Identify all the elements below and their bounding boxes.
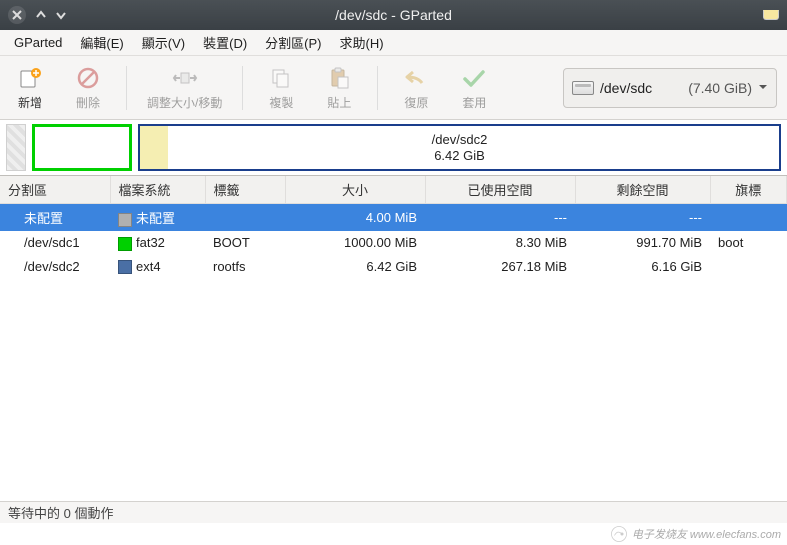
new-button[interactable]: 新增	[10, 61, 50, 115]
close-icon[interactable]	[8, 6, 26, 24]
delete-button: 刪除	[68, 61, 108, 115]
tray-icon	[763, 10, 779, 20]
paste-icon	[326, 65, 352, 91]
partition-table: 分割區 檔案系統 標籤 大小 已使用空間 剩餘空間 旗標 未配置未配置4.00 …	[0, 176, 787, 278]
device-size: (7.40 GiB)	[688, 80, 752, 96]
col-label[interactable]: 標籤	[205, 176, 285, 204]
resize-label: 調整大小/移動	[147, 94, 222, 111]
table-row[interactable]: 未配置未配置4.00 MiB------	[0, 204, 787, 232]
menu-view[interactable]: 顯示(V)	[134, 30, 193, 55]
vis-partition-name: /dev/sdc2	[432, 131, 488, 147]
apply-button: 套用	[454, 61, 494, 115]
undo-label: 復原	[404, 94, 428, 111]
toolbar-separator	[377, 66, 378, 110]
copy-button: 複製	[261, 61, 301, 115]
menu-partition[interactable]: 分割區(P)	[257, 30, 329, 55]
menu-help[interactable]: 求助(H)	[332, 30, 392, 55]
vis-partition-sdc1[interactable]	[32, 124, 132, 171]
menu-edit[interactable]: 編輯(E)	[72, 30, 131, 55]
paste-label: 貼上	[327, 94, 351, 111]
vis-partition-label: /dev/sdc2 6.42 GiB	[432, 131, 488, 164]
copy-label: 複製	[269, 94, 293, 111]
toolbar-separator	[242, 66, 243, 110]
toolbar: 新增 刪除 調整大小/移動 複製 貼上 復原 套用	[0, 56, 787, 120]
status-bar: 等待中的 0 個動作	[0, 501, 787, 523]
drive-icon	[572, 81, 594, 95]
col-used[interactable]: 已使用空間	[425, 176, 575, 204]
vis-unallocated-chunk[interactable]	[6, 124, 26, 171]
window-controls	[8, 6, 66, 24]
menu-device[interactable]: 裝置(D)	[195, 30, 255, 55]
partition-table-wrap[interactable]: 分割區 檔案系統 標籤 大小 已使用空間 剩餘空間 旗標 未配置未配置4.00 …	[0, 176, 787, 506]
partition-visual-bar: /dev/sdc2 6.42 GiB	[0, 120, 787, 176]
delete-label: 刪除	[76, 94, 100, 111]
new-icon	[17, 65, 43, 91]
resize-icon	[172, 65, 198, 91]
resize-button: 調整大小/移動	[145, 61, 224, 115]
delete-icon	[75, 65, 101, 91]
chevron-up-icon[interactable]	[36, 8, 46, 23]
table-row[interactable]: /dev/sdc1fat32BOOT1000.00 MiB8.30 MiB991…	[0, 231, 787, 255]
status-text: 等待中的 0 個動作	[8, 503, 113, 522]
apply-icon	[461, 65, 487, 91]
col-size[interactable]: 大小	[285, 176, 425, 204]
paste-button: 貼上	[319, 61, 359, 115]
apply-label: 套用	[462, 94, 486, 111]
vis-partition-sdc2[interactable]: /dev/sdc2 6.42 GiB	[138, 124, 781, 171]
window-titlebar: /dev/sdc - GParted	[0, 0, 787, 30]
toolbar-separator	[126, 66, 127, 110]
menu-gparted[interactable]: GParted	[6, 32, 70, 53]
titlebar-right	[763, 10, 779, 20]
device-name: /dev/sdc	[600, 80, 652, 96]
vis-partition-size: 6.42 GiB	[432, 148, 488, 164]
menu-bar: GParted 編輯(E) 顯示(V) 裝置(D) 分割區(P) 求助(H)	[0, 30, 787, 56]
table-row[interactable]: /dev/sdc2ext4rootfs6.42 GiB267.18 MiB6.1…	[0, 255, 787, 279]
new-label: 新增	[18, 94, 42, 111]
fs-swatch-icon	[118, 213, 132, 227]
dropdown-chevron-icon	[758, 80, 768, 95]
col-free[interactable]: 剩餘空間	[575, 176, 710, 204]
device-selector[interactable]: /dev/sdc (7.40 GiB)	[563, 68, 777, 108]
copy-icon	[268, 65, 294, 91]
vis-used-portion	[140, 126, 168, 169]
col-filesystem[interactable]: 檔案系統	[110, 176, 205, 204]
fs-swatch-icon	[118, 237, 132, 251]
chevron-down-icon[interactable]	[56, 8, 66, 23]
undo-icon	[403, 65, 429, 91]
fs-swatch-icon	[118, 260, 132, 274]
col-partition[interactable]: 分割區	[0, 176, 110, 204]
watermark: 电子发烧友 www.elecfans.com	[610, 525, 781, 543]
window-title: /dev/sdc - GParted	[335, 7, 452, 23]
undo-button: 復原	[396, 61, 436, 115]
watermark-text: 电子发烧友 www.elecfans.com	[632, 526, 781, 542]
col-flags[interactable]: 旗標	[710, 176, 787, 204]
